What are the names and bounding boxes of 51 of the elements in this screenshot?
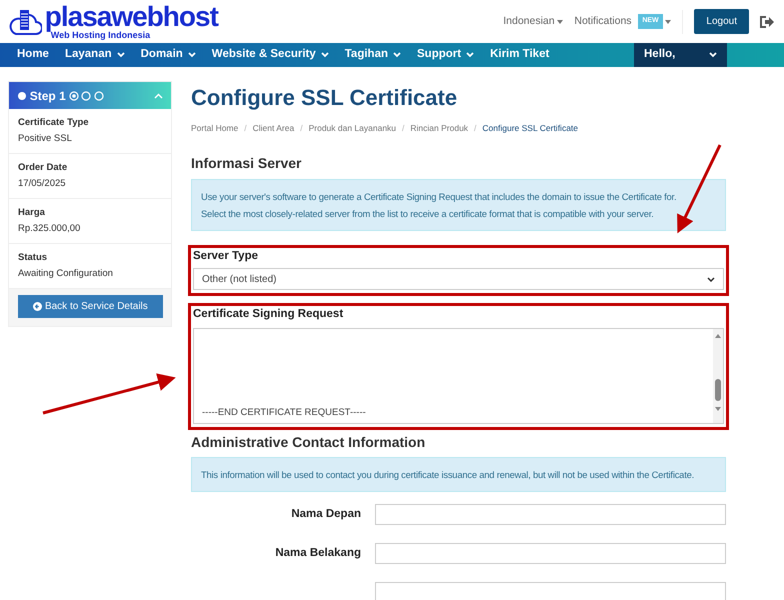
info-value: Positive SSL	[18, 132, 73, 146]
caret-icon	[665, 20, 672, 24]
breadcrumb-separator: /	[402, 122, 404, 136]
breadcrumb-separator: /	[474, 122, 476, 136]
text-input[interactable]	[375, 504, 726, 526]
info-message: This information will be used to contact you during certificate issuance and renewal, but will not be used within the Certificate.	[191, 457, 726, 492]
info-value: 17/05/2025	[18, 177, 67, 191]
field-label: Nama Belakang	[274, 546, 361, 562]
nav-item[interactable]: Home	[9, 43, 57, 67]
user-menu[interactable]: Hello,	[634, 43, 727, 67]
info-label: Harga	[18, 206, 46, 220]
nav-item[interactable]: Website & Security	[204, 43, 337, 67]
breadcrumb-link[interactable]: Client Area	[252, 122, 294, 136]
back-button[interactable]: Back to Service Details	[18, 295, 163, 318]
page-title: Configure SSL Certificate	[191, 85, 458, 112]
field-label: Certificate Signing Request	[193, 307, 344, 322]
info-label: Order Date	[18, 161, 68, 175]
nav-item[interactable]: Tagihan	[336, 43, 409, 67]
nav-item[interactable]: Domain	[132, 43, 204, 67]
breadcrumb-separator: /	[300, 122, 303, 136]
info-label: Certificate Type	[18, 116, 90, 130]
logo-wordmark: plasawebhost	[44, 4, 218, 30]
breadcrumb-current: Configure SSL Certificate	[482, 122, 578, 136]
language-dropdown[interactable]: Indonesian	[503, 14, 564, 30]
breadcrumb-link[interactable]: Rincian Produk	[410, 122, 468, 136]
nav-item[interactable]: Support	[409, 43, 482, 67]
sign-out-icon[interactable]	[760, 16, 774, 28]
section-heading: Administrative Contact Information	[191, 434, 426, 452]
logo-tagline: Web Hosting Indonesia	[50, 30, 150, 40]
field-label: Nama Depan	[290, 507, 361, 522]
section-heading: Informasi Server	[191, 155, 302, 172]
info-message: Use your server's software to generate a Certificate Signing Request that includes the domain to issue the Certificate for. Select the most closely-related server from the list to receive a certificate format that is compatible with your server.	[191, 178, 726, 231]
chevron-down-icon	[707, 276, 715, 282]
nav-item[interactable]: Layanan	[56, 43, 133, 67]
text-input[interactable]	[375, 543, 726, 564]
caret-icon	[557, 20, 564, 24]
breadcrumb-separator: /	[244, 122, 247, 136]
nav-item[interactable]: Kirim Tiket	[482, 43, 558, 67]
field-label: Server Type	[193, 248, 259, 264]
info-label: Status	[18, 251, 48, 265]
text-input[interactable]	[375, 582, 726, 600]
arrow-left-circle-icon	[33, 302, 42, 311]
csr-textarea[interactable]: -----END CERTIFICATE REQUEST-----	[193, 328, 724, 424]
info-value: Rp.325.000,00	[18, 222, 82, 236]
breadcrumb-link[interactable]: Produk dan Layananku	[308, 122, 396, 136]
breadcrumb-link[interactable]: Portal Home	[191, 122, 238, 136]
step-header[interactable]: Step 1	[9, 82, 171, 109]
logout-button[interactable]: Logout	[694, 9, 749, 34]
info-value: Awaiting Configuration	[18, 267, 114, 281]
server-type-select[interactable]: Other (not listed)	[193, 268, 724, 290]
server-cloud-logo-icon	[8, 8, 42, 36]
